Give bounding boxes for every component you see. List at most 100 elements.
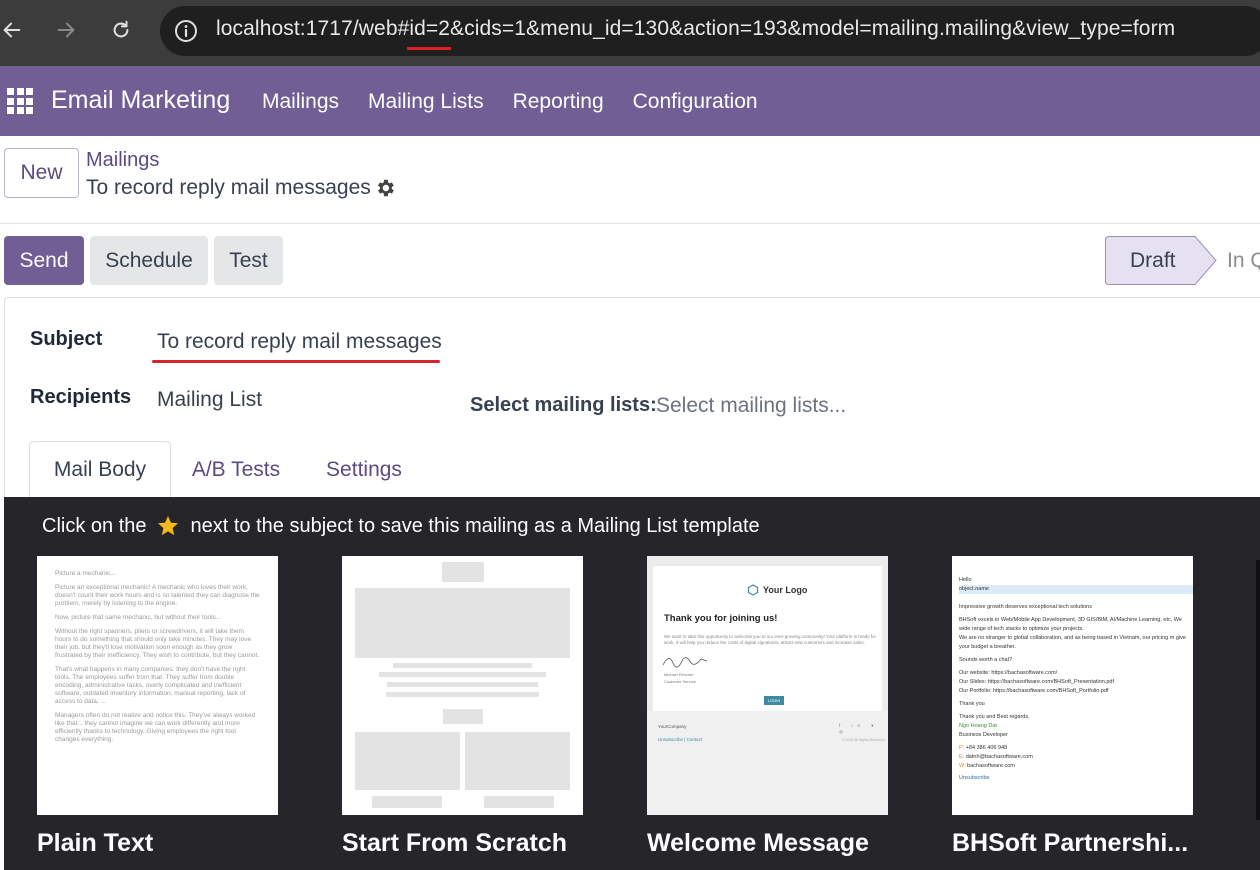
back-arrow-icon[interactable] <box>0 12 30 48</box>
site-info-icon[interactable] <box>174 19 198 43</box>
logo-icon <box>747 584 759 596</box>
hint-text-after: next to the subject to save this mailing… <box>190 514 760 537</box>
preview-line: We are no stranger to global collaborati… <box>959 635 1186 650</box>
preview-line: Our Slides: https://bachasoftware.com/BH… <box>959 679 1114 685</box>
welcome-title: Thank you for joining us! <box>664 613 778 624</box>
welcome-logo-text: Your Logo <box>763 585 808 595</box>
menu-item-mailing-lists[interactable]: Mailing Lists <box>368 90 484 114</box>
mailing-lists-input[interactable]: Select mailing lists... <box>656 394 846 418</box>
mailing-lists-label: Select mailing lists: <box>470 394 657 416</box>
plain-text-preview: Picture a mechanic... Picture an excepti… <box>37 556 278 764</box>
breadcrumb-parent[interactable]: Mailings <box>86 149 159 172</box>
preview-line: Thank you <box>959 701 985 707</box>
welcome-login-button: LOGIN <box>764 696 784 705</box>
forward-arrow-icon[interactable] <box>48 12 84 48</box>
preview-line: Picture a mechanic... <box>55 570 116 577</box>
scratch-block <box>387 682 538 687</box>
preview-line: Sounds worth a chat? <box>959 657 1013 663</box>
scratch-block <box>355 732 460 790</box>
menu-item-configuration[interactable]: Configuration <box>633 90 758 114</box>
welcome-footer: YourCompany Unsubscribe | Contact f in ▾… <box>647 711 888 815</box>
preview-line: Unsubscribe <box>959 775 990 781</box>
preview-line: object.name <box>959 585 1193 594</box>
scratch-block <box>355 588 570 658</box>
subject-input[interactable]: To record reply mail messages <box>157 330 442 354</box>
bhsoft-preview: Hello object.name Impressive growth dese… <box>959 576 1193 783</box>
preview-label: W: <box>959 763 966 769</box>
scratch-block <box>393 663 532 668</box>
star-icon <box>157 516 178 536</box>
schedule-button[interactable]: Schedule <box>90 236 208 285</box>
preview-line: BHSoft excels in Web/Mobile App Developm… <box>959 617 1182 632</box>
status-draft-label: Draft <box>1130 249 1176 272</box>
scratch-block <box>465 732 570 790</box>
preview-line: Impressive growth deserves exceptional t… <box>959 604 1092 610</box>
preview-line: Our Portfolio: https://bachasoftware.com… <box>959 688 1109 694</box>
preview-line: Now, picture that same mechanic, but wit… <box>55 614 222 621</box>
address-bar[interactable]: localhost:1717/web#id=2&cids=1&menu_id=1… <box>160 6 1260 56</box>
preview-line: +84 386 406 948 <box>965 745 1008 751</box>
welcome-rights: © 2024 All Rights Reserved <box>842 738 885 742</box>
template-thumb-bhsoft[interactable]: Hello object.name Impressive growth dese… <box>952 556 1193 815</box>
preview-line: Without the right spanners, pliers or sc… <box>55 628 260 659</box>
preview-line: Our website: https://bachasoftware.com/ <box>959 670 1058 676</box>
scratch-block <box>442 562 484 582</box>
preview-line: Business Developer <box>959 732 1008 738</box>
template-name-start-from-scratch[interactable]: Start From Scratch <box>342 829 567 858</box>
scratch-block <box>484 796 554 808</box>
test-button[interactable]: Test <box>214 236 283 285</box>
template-name-welcome-message[interactable]: Welcome Message <box>647 829 869 858</box>
apps-grid-icon[interactable] <box>7 88 33 114</box>
main-menu: Mailings Mailing Lists Reporting Configu… <box>262 90 758 114</box>
tab-settings[interactable]: Settings <box>308 441 420 498</box>
template-thumb-welcome-message[interactable]: Your Logo Thank you for joining us! We w… <box>647 556 888 815</box>
welcome-signer-role: Customer Service <box>664 679 696 684</box>
preview-line: bachasoftware.com <box>967 763 1015 769</box>
reload-icon[interactable] <box>103 12 139 48</box>
tab-mail-body[interactable]: Mail Body <box>29 441 171 498</box>
preview-label: P: <box>959 745 965 751</box>
app-navbar: Email Marketing Mailings Mailing Lists R… <box>0 66 1260 136</box>
url-text: localhost:1717/web#id=2&cids=1&menu_id=1… <box>216 17 1176 40</box>
next-template-edge <box>1256 560 1260 820</box>
tab-ab-tests[interactable]: A/B Tests <box>178 441 294 498</box>
template-thumb-start-from-scratch[interactable] <box>342 556 583 815</box>
subject-annotation-underline <box>152 360 440 363</box>
signature-image <box>662 657 708 668</box>
scratch-block <box>372 796 442 808</box>
template-hint: Click on the next to the subject to save… <box>42 514 760 538</box>
preview-line: datnh@bachasoftware.com <box>965 754 1033 760</box>
control-panel-divider <box>0 223 1260 224</box>
scratch-block <box>379 672 546 677</box>
preview-line: Hello <box>959 577 972 583</box>
template-name-bhsoft[interactable]: BHSoft Partnershi... <box>952 829 1188 858</box>
preview-line: Thank you and Best regards, <box>959 714 1030 720</box>
subject-label: Subject <box>30 328 103 350</box>
recipients-select[interactable]: Mailing List <box>157 388 262 412</box>
welcome-company: YourCompany <box>658 724 687 729</box>
recipients-label: Recipients <box>30 386 132 408</box>
template-thumb-plain-text[interactable]: Picture a mechanic... Picture an excepti… <box>37 556 278 815</box>
hint-text-before: Click on the <box>42 514 147 537</box>
preview-label: E: <box>959 754 965 760</box>
preview-line: Ngo Hoang Dat <box>959 723 997 729</box>
preview-line: Picture an exceptional mechanic! A mecha… <box>55 584 260 607</box>
breadcrumb-current: To record reply mail messages <box>86 176 371 199</box>
new-button[interactable]: New <box>4 148 79 198</box>
scratch-block <box>386 692 539 697</box>
welcome-logo: Your Logo <box>747 584 807 596</box>
status-next[interactable]: In Q <box>1227 249 1260 273</box>
gear-icon[interactable] <box>374 177 396 199</box>
scratch-block <box>443 709 483 724</box>
menu-item-reporting[interactable]: Reporting <box>513 90 604 114</box>
preview-line: That's what happens in many companies: t… <box>55 666 246 705</box>
browser-toolbar: localhost:1717/web#id=2&cids=1&menu_id=1… <box>0 0 1260 66</box>
welcome-links: Unsubscribe | Contact <box>658 737 703 742</box>
app-brand[interactable]: Email Marketing <box>51 86 230 115</box>
welcome-signer: Michael Fletcher <box>664 672 694 677</box>
template-name-plain-text[interactable]: Plain Text <box>37 829 153 858</box>
send-button[interactable]: Send <box>4 236 84 285</box>
welcome-body: We want to take this opportunity to welc… <box>664 634 877 645</box>
menu-item-mailings[interactable]: Mailings <box>262 90 339 114</box>
status-draft[interactable]: Draft <box>1105 236 1217 285</box>
